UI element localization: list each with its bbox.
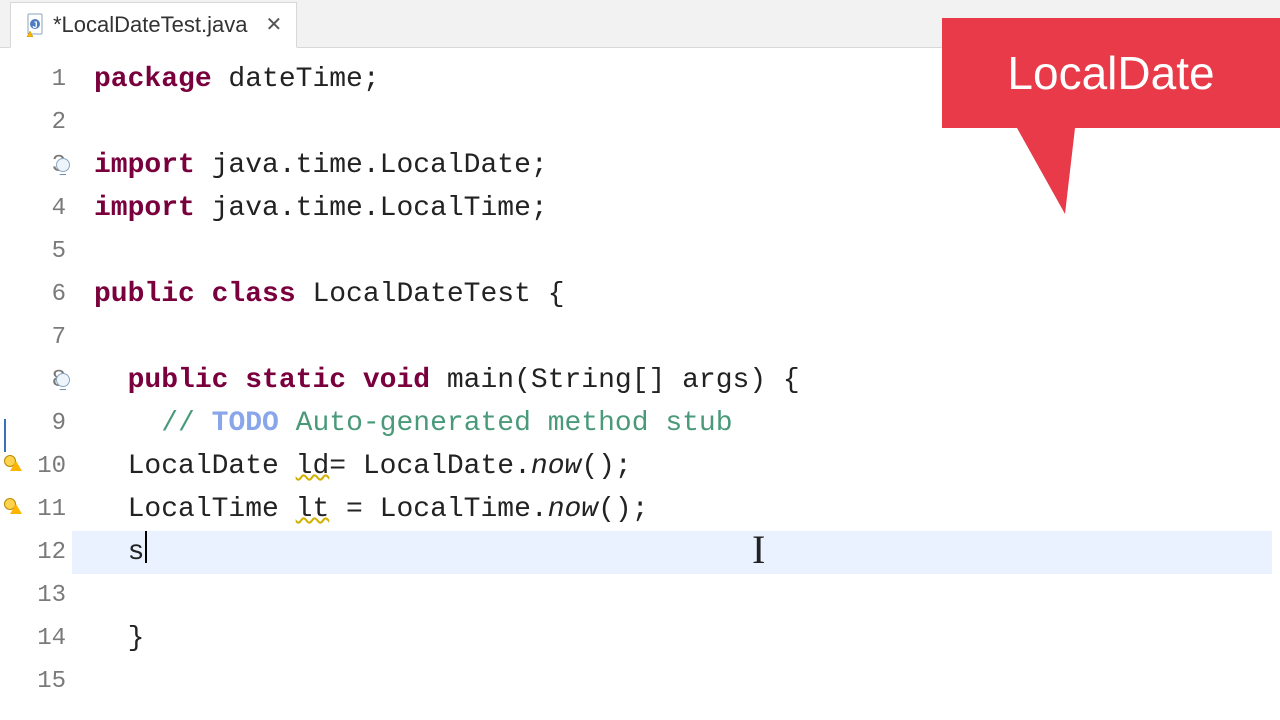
mouse-text-caret-icon: I	[752, 526, 765, 573]
warning-bulb-icon[interactable]	[4, 455, 22, 473]
line-number: 14	[28, 617, 66, 660]
code-line	[94, 574, 1280, 617]
code-line: }	[94, 617, 1280, 660]
line-number: 15	[28, 660, 66, 703]
close-tab-icon[interactable]: ✕	[265, 12, 282, 37]
line-number: 12	[28, 531, 66, 574]
code-line: public static void main(String[] args) {	[94, 359, 1280, 402]
line-number: 10	[28, 445, 66, 488]
warning-bulb-icon[interactable]	[4, 498, 22, 516]
tab-title: *LocalDateTest.java	[53, 12, 247, 38]
line-number: 4	[28, 187, 66, 230]
line-number: 2	[28, 101, 66, 144]
line-number: 13	[28, 574, 66, 617]
callout-label: LocalDate	[942, 18, 1280, 128]
editor-tab[interactable]: J *LocalDateTest.java ✕	[10, 2, 297, 48]
line-number: 9	[28, 402, 66, 445]
svg-text:J: J	[32, 20, 37, 30]
fold-toggle-icon[interactable]	[56, 158, 70, 172]
code-line	[94, 230, 1280, 273]
editor-window: J *LocalDateTest.java ✕	[0, 0, 1280, 720]
code-line: // TODO Auto-generated method stub	[94, 402, 1280, 445]
line-number: 5	[28, 230, 66, 273]
line-number: 3	[28, 144, 66, 187]
fold-toggle-icon[interactable]	[56, 373, 70, 387]
marker-gutter	[0, 58, 28, 703]
line-number: 6	[28, 273, 66, 316]
code-line-current: s	[72, 531, 1272, 574]
code-line: public class LocalDateTest {	[94, 273, 1280, 316]
code-line	[94, 660, 1280, 703]
code-line: LocalTime lt = LocalTime.now();	[94, 488, 1280, 531]
code-line	[94, 316, 1280, 359]
java-file-icon: J	[25, 13, 45, 37]
code-line: LocalDate ld= LocalDate.now();	[94, 445, 1280, 488]
line-number: 11	[28, 488, 66, 531]
line-number: 8	[28, 359, 66, 402]
code-line: import java.time.LocalTime;	[94, 187, 1280, 230]
edit-marker-icon	[4, 414, 22, 432]
line-number: 1	[28, 58, 66, 101]
text-cursor	[145, 531, 147, 563]
callout-tail-icon	[1017, 128, 1075, 214]
line-number: 7	[28, 316, 66, 359]
annotation-callout: LocalDate	[942, 18, 1280, 176]
line-number-gutter: 1 2 3 4 5 6 7 8 9 10 11 12 13 14 15	[28, 58, 72, 703]
